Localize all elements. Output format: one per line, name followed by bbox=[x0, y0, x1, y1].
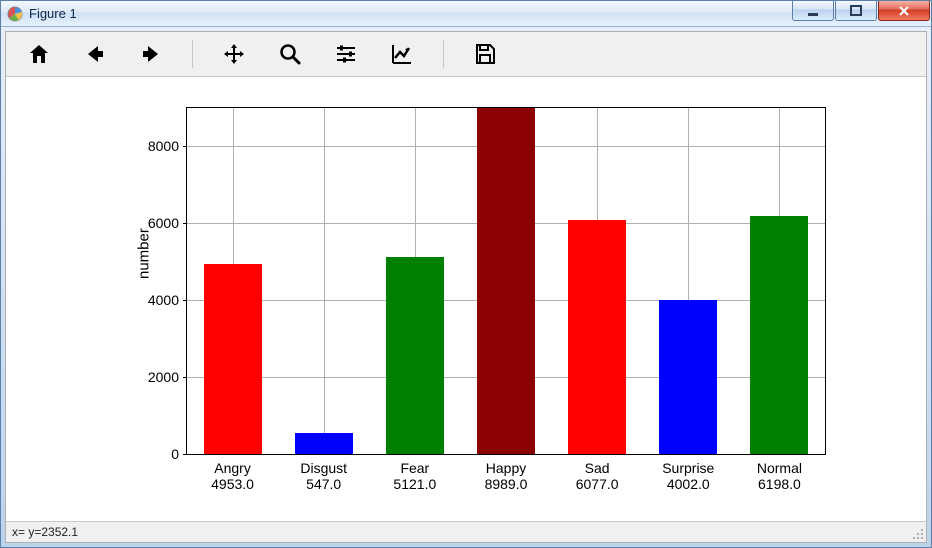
maximize-icon bbox=[850, 5, 862, 17]
toolbar-separator bbox=[443, 40, 444, 68]
sliders-icon bbox=[334, 42, 358, 66]
y-tick-mark bbox=[183, 377, 187, 378]
y-tick-label: 2000 bbox=[79, 369, 179, 385]
titlebar[interactable]: Figure 1 bbox=[1, 1, 931, 27]
x-category-name: Fear bbox=[369, 460, 460, 476]
x-category-value: 5121.0 bbox=[369, 476, 460, 492]
plot-canvas[interactable]: number 02000400060008000Angry4953.0Disgu… bbox=[6, 77, 926, 521]
bar bbox=[477, 108, 535, 454]
app-window: Figure 1 bbox=[0, 0, 932, 548]
x-category-value: 4002.0 bbox=[643, 476, 734, 492]
y-tick-label: 6000 bbox=[79, 215, 179, 231]
back-arrow-icon bbox=[83, 42, 107, 66]
y-tick-label: 4000 bbox=[79, 292, 179, 308]
x-category-value: 4953.0 bbox=[187, 476, 278, 492]
x-tick-label: Disgust547.0 bbox=[278, 460, 369, 492]
x-category-name: Happy bbox=[461, 460, 552, 476]
x-tick-label: Happy8989.0 bbox=[461, 460, 552, 492]
y-tick-mark bbox=[183, 300, 187, 301]
save-icon bbox=[473, 42, 497, 66]
x-category-name: Surprise bbox=[643, 460, 734, 476]
bar bbox=[386, 257, 444, 454]
minimize-icon bbox=[807, 5, 819, 17]
close-button[interactable] bbox=[878, 1, 930, 21]
cursor-coords: x= y=2352.1 bbox=[12, 525, 78, 539]
x-tick-label: Fear5121.0 bbox=[369, 460, 460, 492]
x-category-name: Angry bbox=[187, 460, 278, 476]
pan-icon bbox=[222, 42, 246, 66]
zoom-button[interactable] bbox=[263, 35, 317, 73]
resize-grip-icon[interactable] bbox=[910, 526, 924, 540]
toolbar-separator bbox=[192, 40, 193, 68]
x-category-name: Disgust bbox=[278, 460, 369, 476]
bar bbox=[568, 220, 626, 454]
bar bbox=[204, 264, 262, 454]
plot-axes: 02000400060008000Angry4953.0Disgust547.0… bbox=[186, 107, 826, 455]
x-category-name: Sad bbox=[552, 460, 643, 476]
minimize-button[interactable] bbox=[792, 1, 834, 21]
bar bbox=[295, 433, 353, 454]
x-category-value: 6077.0 bbox=[552, 476, 643, 492]
statusbar: x= y=2352.1 bbox=[6, 521, 926, 542]
zoom-icon bbox=[278, 42, 302, 66]
y-tick-mark bbox=[183, 223, 187, 224]
gridline-v bbox=[324, 108, 325, 454]
chart-line-icon bbox=[390, 42, 414, 66]
y-tick-mark bbox=[183, 454, 187, 455]
figure-frame: number 02000400060008000Angry4953.0Disgu… bbox=[5, 31, 927, 543]
forward-arrow-icon bbox=[139, 42, 163, 66]
x-category-value: 8989.0 bbox=[461, 476, 552, 492]
home-button[interactable] bbox=[12, 35, 66, 73]
home-icon bbox=[27, 42, 51, 66]
x-tick-label: Surprise4002.0 bbox=[643, 460, 734, 492]
configure-button[interactable] bbox=[319, 35, 373, 73]
y-axis-label: number bbox=[136, 228, 153, 279]
back-button[interactable] bbox=[68, 35, 122, 73]
bar bbox=[750, 216, 808, 454]
forward-button[interactable] bbox=[124, 35, 178, 73]
save-button[interactable] bbox=[458, 35, 512, 73]
x-tick-label: Normal6198.0 bbox=[734, 460, 825, 492]
x-tick-label: Sad6077.0 bbox=[552, 460, 643, 492]
close-icon bbox=[898, 5, 910, 17]
maximize-button[interactable] bbox=[835, 1, 877, 21]
window-title: Figure 1 bbox=[29, 6, 77, 21]
x-category-name: Normal bbox=[734, 460, 825, 476]
bar bbox=[659, 300, 717, 454]
x-tick-label: Angry4953.0 bbox=[187, 460, 278, 492]
x-category-value: 6198.0 bbox=[734, 476, 825, 492]
window-controls bbox=[792, 1, 931, 21]
pan-button[interactable] bbox=[207, 35, 261, 73]
y-tick-label: 8000 bbox=[79, 138, 179, 154]
y-tick-label: 0 bbox=[79, 446, 179, 462]
app-icon bbox=[7, 6, 23, 22]
mpl-toolbar bbox=[6, 32, 926, 77]
y-tick-mark bbox=[183, 146, 187, 147]
axes-edit-button[interactable] bbox=[375, 35, 429, 73]
x-category-value: 547.0 bbox=[278, 476, 369, 492]
